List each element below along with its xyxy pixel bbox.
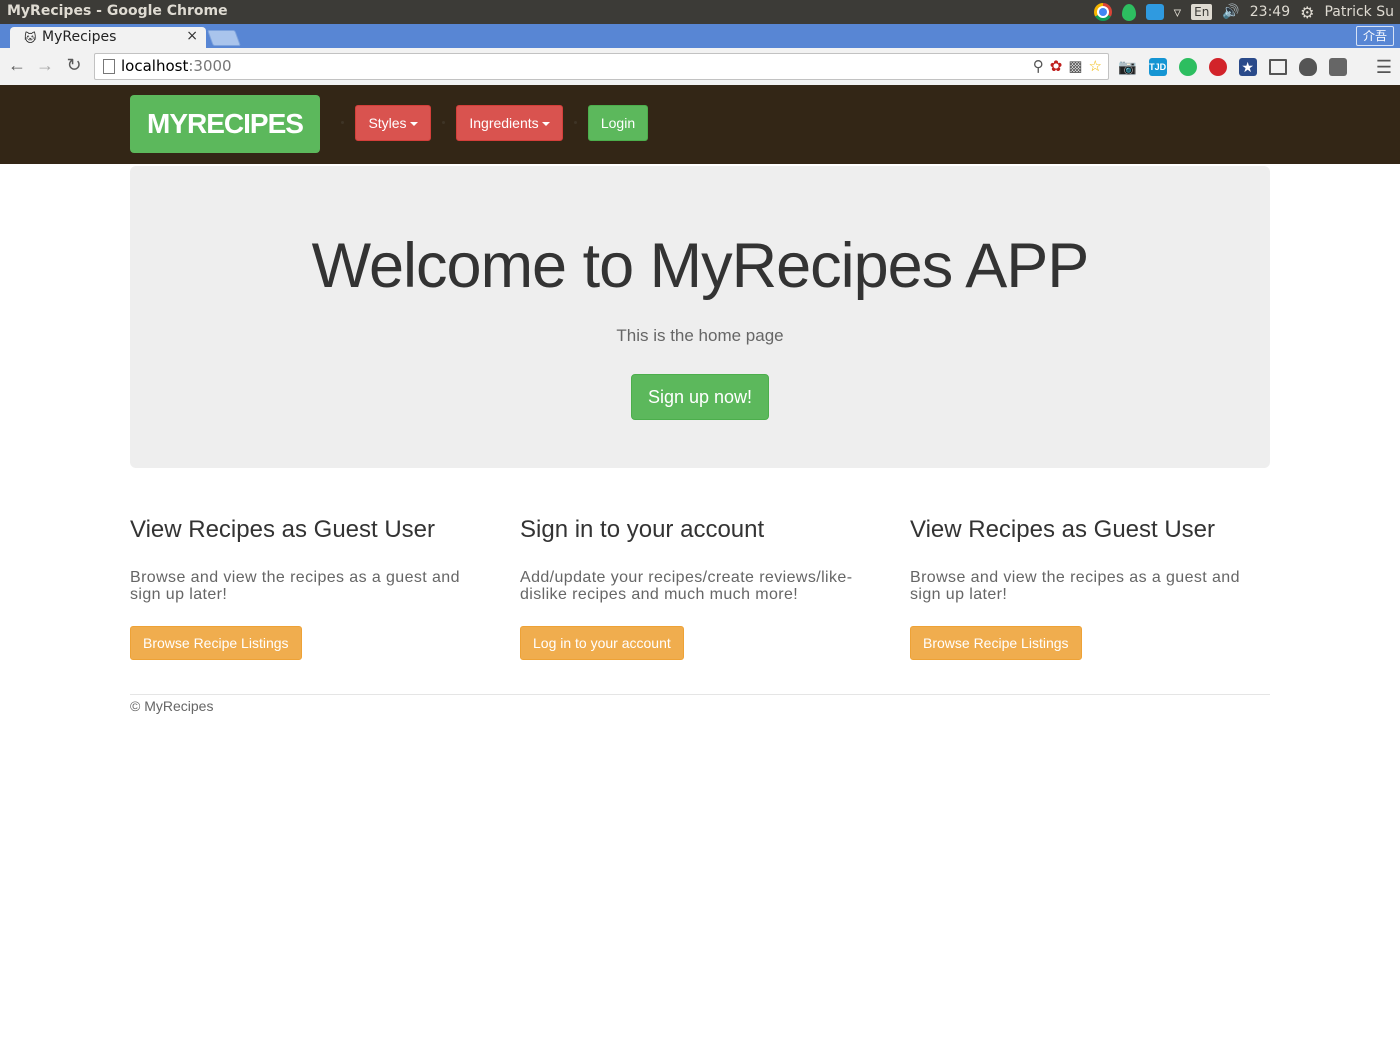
- volume-icon[interactable]: 🔊: [1222, 4, 1239, 20]
- nav-separator: [574, 121, 577, 124]
- translate-icon[interactable]: ▩: [1068, 57, 1082, 75]
- column-heading: View Recipes as Guest User: [910, 516, 1216, 543]
- browse-recipes-button[interactable]: Browse Recipe Listings: [910, 626, 1082, 660]
- column-text: Browse and view the recipes as a guest a…: [910, 569, 1240, 603]
- extension-icon[interactable]: ✿: [1050, 57, 1063, 75]
- evernote-icon[interactable]: [1121, 3, 1136, 21]
- column-heading: View Recipes as Guest User: [130, 516, 436, 543]
- ime-indicator[interactable]: 介吾: [1356, 26, 1394, 46]
- box-extension-icon[interactable]: [1328, 58, 1347, 76]
- login-button[interactable]: Login: [588, 105, 648, 141]
- column-heading: Sign in to your account: [520, 516, 765, 543]
- brand-logo-link[interactable]: MYRECIPES: [130, 95, 320, 153]
- hamburger-menu-icon[interactable]: ☰: [1376, 57, 1392, 78]
- hero-title: Welcome to MyRecipes APP: [311, 231, 1090, 301]
- nav-separator: [442, 121, 445, 124]
- chrome-icon[interactable]: [1093, 3, 1112, 21]
- bookmark-star-icon[interactable]: ☆: [1089, 57, 1102, 75]
- wifi-icon[interactable]: ▿: [1174, 3, 1182, 21]
- octocat-extension-icon[interactable]: [1298, 58, 1317, 76]
- nav-separator: [341, 121, 344, 124]
- user-menu[interactable]: Patrick Su: [1324, 4, 1394, 20]
- ingredients-dropdown-button[interactable]: Ingredients: [456, 105, 563, 141]
- hero-subtitle: This is the home page: [616, 326, 784, 345]
- footer-copyright: © MyRecipes: [130, 698, 214, 714]
- login-account-button[interactable]: Log in to your account: [520, 626, 684, 660]
- tab-strip: 🐱 MyRecipes × 介吾: [0, 24, 1400, 48]
- hero-jumbotron: Welcome to MyRecipes APP This is the hom…: [130, 166, 1270, 468]
- os-top-bar: MyRecipes - Google Chrome ▿ En 🔊 23:49 ⚙…: [0, 0, 1400, 24]
- evernote-extension-icon[interactable]: [1178, 58, 1197, 76]
- chat-icon[interactable]: [1145, 4, 1164, 20]
- ingredients-label: Ingredients: [469, 115, 539, 131]
- window-title: MyRecipes - Google Chrome: [7, 3, 228, 19]
- tab-title: MyRecipes: [42, 29, 117, 45]
- address-bar[interactable]: localhost:3000 ⚲ ✿ ▩ ☆: [94, 53, 1109, 80]
- styles-label: Styles: [368, 115, 407, 131]
- caret-down-icon: [541, 122, 550, 127]
- star-extension-icon[interactable]: ★: [1238, 58, 1257, 76]
- styles-dropdown-button[interactable]: Styles: [355, 105, 431, 141]
- new-tab-button[interactable]: [207, 30, 241, 46]
- reload-icon[interactable]: ↻: [63, 55, 85, 76]
- favicon-icon: 🐱: [24, 31, 37, 45]
- page-icon: [103, 59, 115, 74]
- feature-column: Sign in to your account Add/update your …: [520, 515, 880, 660]
- close-icon[interactable]: ×: [186, 28, 198, 44]
- keyboard-language-indicator[interactable]: En: [1191, 4, 1213, 20]
- browse-recipes-button[interactable]: Browse Recipe Listings: [130, 626, 302, 660]
- browser-tab[interactable]: 🐱 MyRecipes ×: [10, 27, 206, 48]
- feature-column: View Recipes as Guest User Browse and vi…: [910, 515, 1270, 660]
- extension-bar: 📷 TJD ★: [1118, 58, 1347, 76]
- clock[interactable]: 23:49: [1250, 4, 1290, 20]
- caret-down-icon: [409, 122, 418, 127]
- cast-icon[interactable]: [1268, 59, 1287, 75]
- feature-column: View Recipes as Guest User Browse and vi…: [130, 515, 490, 660]
- redball-extension-icon[interactable]: [1208, 58, 1227, 76]
- footer-divider: [130, 694, 1270, 695]
- gear-icon[interactable]: ⚙: [1300, 3, 1314, 22]
- url-text[interactable]: localhost:3000: [121, 57, 232, 75]
- camera-icon[interactable]: 📷: [1118, 58, 1137, 76]
- signup-button[interactable]: Sign up now!: [631, 374, 769, 420]
- tjd-extension-icon[interactable]: TJD: [1148, 58, 1167, 76]
- site-navbar: MYRECIPES Styles Ingredients Login: [0, 85, 1400, 164]
- forward-arrow-icon[interactable]: →: [34, 55, 56, 76]
- back-arrow-icon[interactable]: ←: [6, 55, 28, 76]
- column-text: Add/update your recipes/create reviews/l…: [520, 569, 853, 603]
- column-text: Browse and view the recipes as a guest a…: [130, 569, 460, 603]
- zoom-icon[interactable]: ⚲: [1033, 57, 1044, 75]
- browser-toolbar: ← → ↻ localhost:3000 ⚲ ✿ ▩ ☆ 📷 TJD ★ ☰: [0, 48, 1400, 86]
- system-tray: ▿ En 🔊 23:49 ⚙ Patrick Su: [1093, 0, 1394, 24]
- page-viewport: MYRECIPES Styles Ingredients Login Welco…: [0, 85, 1400, 1050]
